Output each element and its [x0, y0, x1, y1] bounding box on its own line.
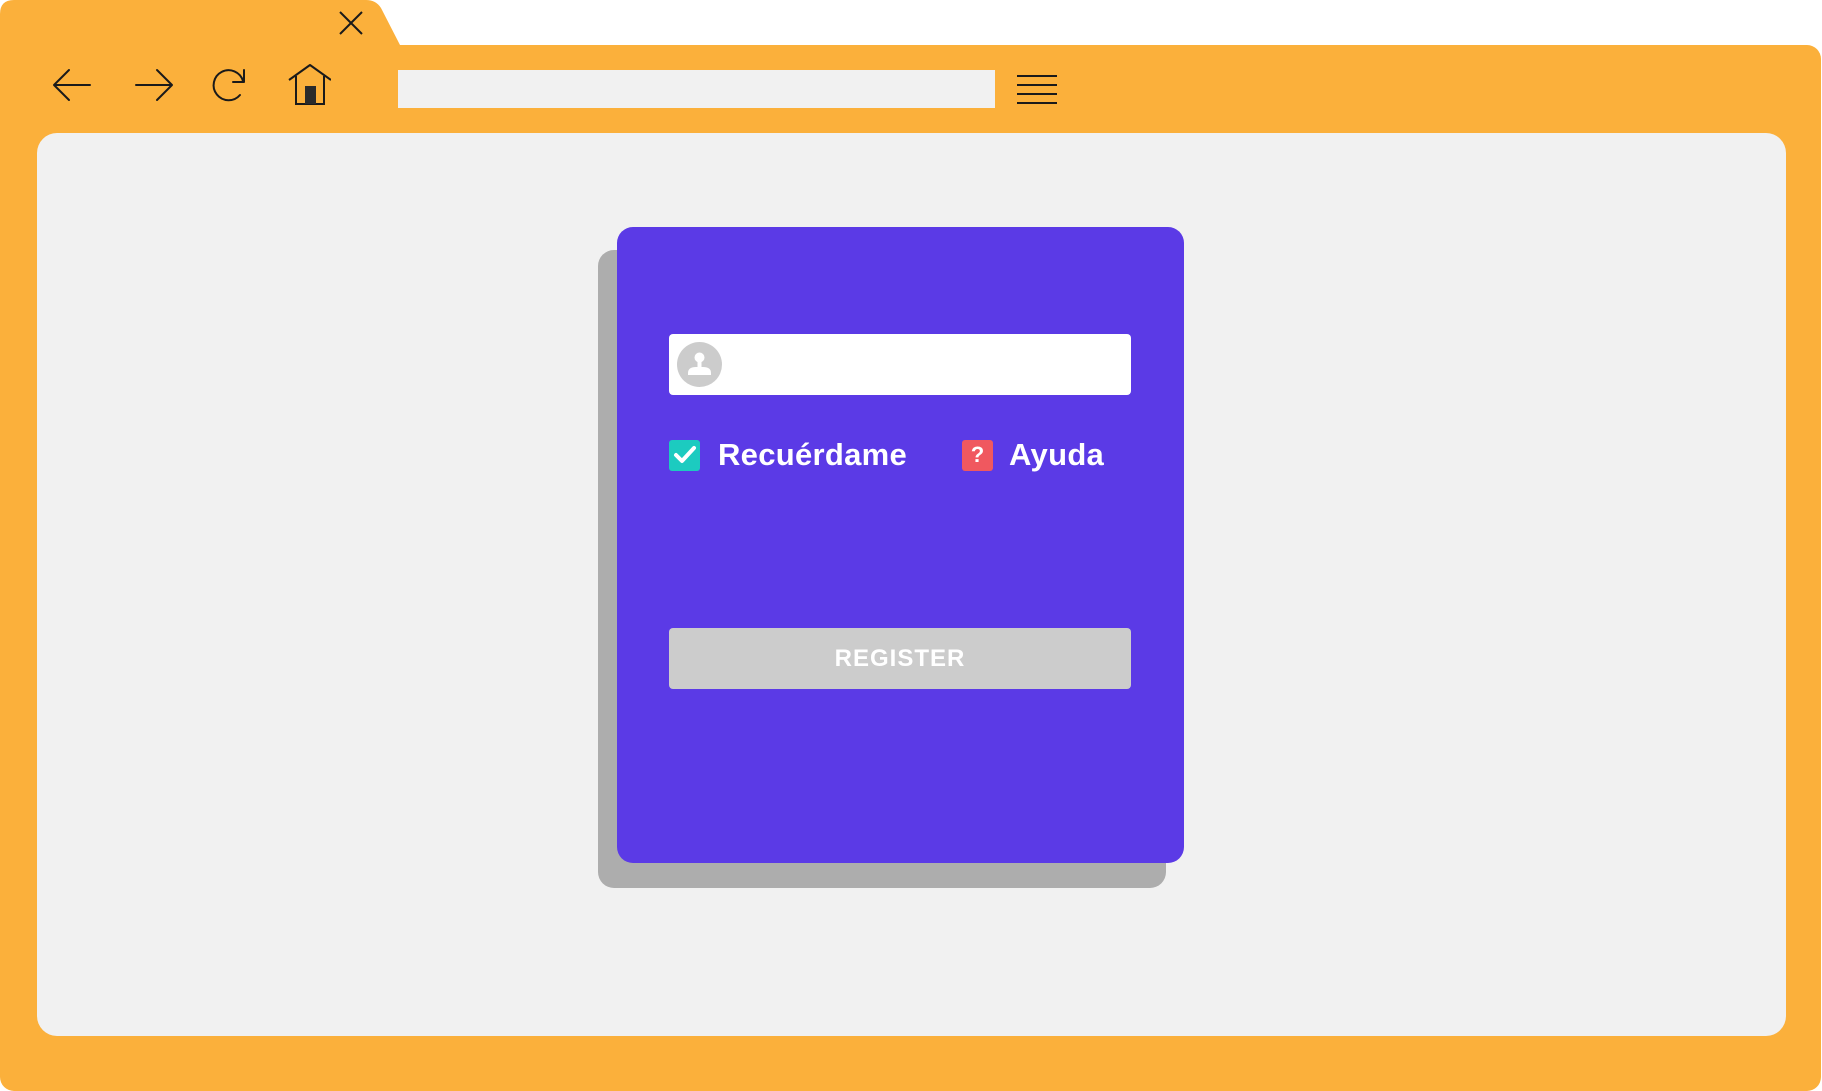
back-arrow-icon[interactable]	[49, 62, 93, 106]
remember-me-label: Recuérdame	[718, 437, 908, 472]
login-card: Recuérdame ? Ayuda REGISTER	[617, 227, 1184, 863]
browser-window: Recuérdame ? Ayuda REGISTER	[0, 0, 1822, 1091]
reload-icon[interactable]	[207, 62, 251, 106]
address-bar[interactable]	[398, 70, 995, 108]
user-avatar-icon	[677, 342, 722, 387]
username-field[interactable]	[669, 334, 1131, 397]
home-icon[interactable]	[287, 62, 331, 106]
remember-me-checkbox[interactable]	[669, 439, 700, 471]
hamburger-menu-icon[interactable]	[1016, 74, 1058, 106]
username-input[interactable]	[733, 334, 1127, 397]
help-option[interactable]: ? Ayuda	[962, 434, 1104, 476]
register-button[interactable]: REGISTER	[669, 628, 1131, 689]
help-label: Ayuda	[1009, 437, 1105, 472]
checkmark-icon	[673, 446, 696, 463]
remember-me-option[interactable]: Recuérdame	[669, 434, 907, 476]
help-icon[interactable]: ?	[962, 439, 993, 471]
help-badge-text: ?	[970, 442, 985, 467]
close-icon[interactable]	[337, 9, 365, 37]
forward-arrow-icon[interactable]	[133, 62, 177, 106]
